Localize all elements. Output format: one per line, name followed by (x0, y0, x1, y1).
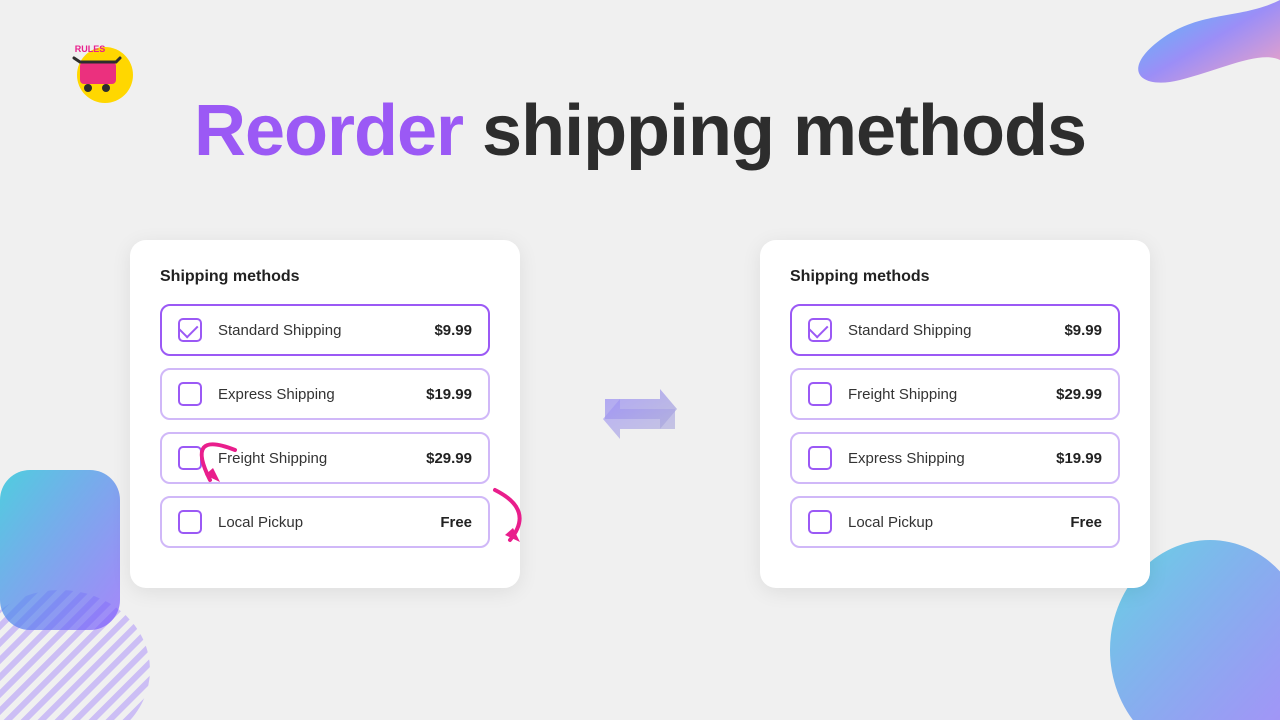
right-name-freight: Freight Shipping (848, 386, 1056, 403)
right-price-express: $19.99 (1056, 450, 1102, 467)
page-title: Reorder shipping methods (0, 90, 1280, 172)
right-row-local[interactable]: Local Pickup Free (790, 496, 1120, 548)
svg-text:RULES: RULES (75, 44, 106, 54)
left-price-local: Free (440, 514, 472, 531)
left-checkbox-local[interactable] (178, 510, 202, 534)
right-name-standard: Standard Shipping (848, 322, 1064, 339)
right-name-local: Local Pickup (848, 514, 1070, 531)
right-row-standard[interactable]: Standard Shipping $9.99 (790, 304, 1120, 356)
left-name-express: Express Shipping (218, 386, 426, 403)
right-name-express: Express Shipping (848, 450, 1056, 467)
left-name-freight: Freight Shipping (218, 450, 426, 467)
left-price-standard: $9.99 (434, 322, 472, 339)
right-checkbox-standard[interactable] (808, 318, 832, 342)
left-panel-title: Shipping methods (160, 268, 490, 286)
swap-arrows-container (590, 379, 690, 449)
title-reorder: Reorder (194, 91, 463, 171)
left-panel: Shipping methods Standard Shipping $9.99… (130, 240, 520, 588)
left-price-express: $19.99 (426, 386, 472, 403)
right-panel: Shipping methods Standard Shipping $9.99… (760, 240, 1150, 588)
right-panel-title: Shipping methods (790, 268, 1120, 286)
right-price-freight: $29.99 (1056, 386, 1102, 403)
left-row-local[interactable]: Local Pickup Free (160, 496, 490, 548)
left-checkbox-standard[interactable] (178, 318, 202, 342)
left-row-freight[interactable]: Freight Shipping $29.99 (160, 432, 490, 484)
swap-arrows-icon (595, 379, 685, 449)
right-checkbox-local[interactable] (808, 510, 832, 534)
left-checkbox-freight[interactable] (178, 446, 202, 470)
left-row-standard[interactable]: Standard Shipping $9.99 (160, 304, 490, 356)
right-row-freight[interactable]: Freight Shipping $29.99 (790, 368, 1120, 420)
left-price-freight: $29.99 (426, 450, 472, 467)
panels-container: Shipping methods Standard Shipping $9.99… (130, 240, 1150, 588)
right-price-standard: $9.99 (1064, 322, 1102, 339)
right-checkbox-express[interactable] (808, 446, 832, 470)
left-name-standard: Standard Shipping (218, 322, 434, 339)
left-row-express[interactable]: Express Shipping $19.99 (160, 368, 490, 420)
right-row-express[interactable]: Express Shipping $19.99 (790, 432, 1120, 484)
title-shipping: shipping methods (463, 91, 1086, 171)
left-checkbox-express[interactable] (178, 382, 202, 406)
left-name-local: Local Pickup (218, 514, 440, 531)
right-price-local: Free (1070, 514, 1102, 531)
right-checkbox-freight[interactable] (808, 382, 832, 406)
